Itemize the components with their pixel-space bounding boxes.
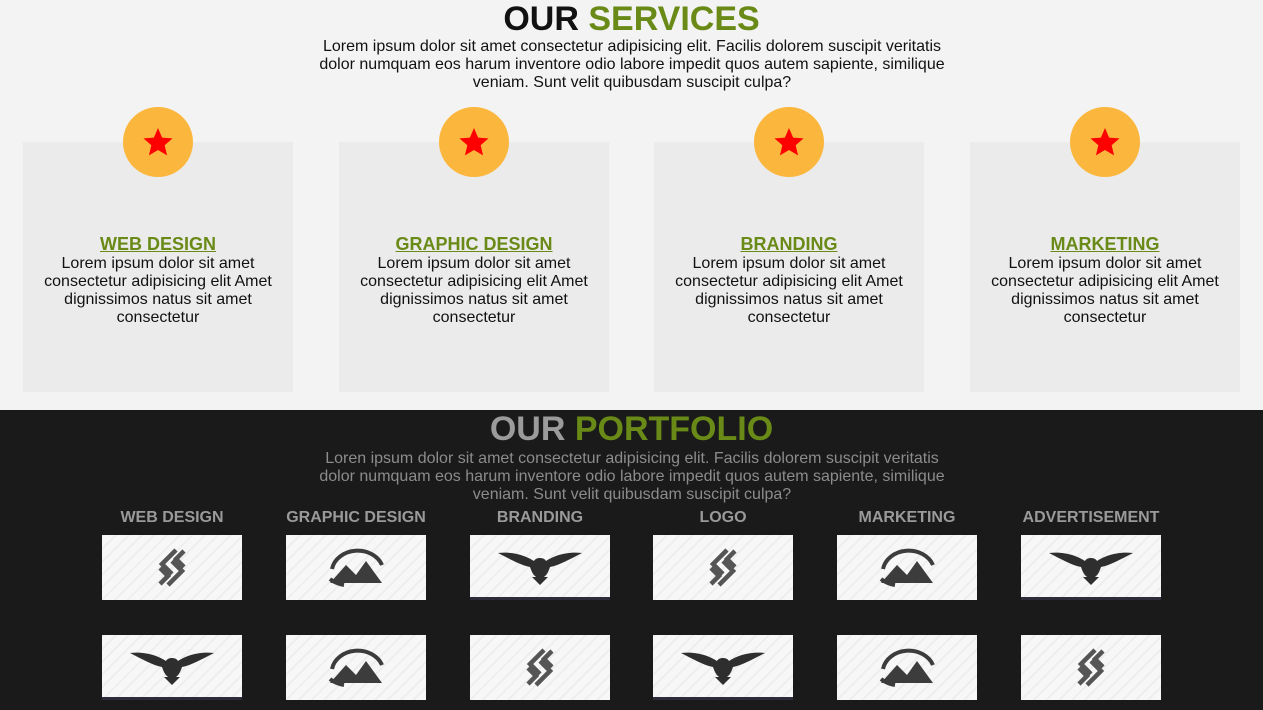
service-card: GRAPHIC DESIGN Lorem ipsum dolor sit amet… (339, 142, 609, 392)
service-card-title[interactable]: WEB DESIGN (23, 234, 293, 254)
service-card-title[interactable]: MARKETING (970, 234, 1240, 254)
thumbnail-footer-strip (1021, 597, 1161, 600)
services-intro: Lorem ipsum dolor sit amet consectetur a… (319, 38, 945, 91)
portfolio-filter-graphic-design[interactable]: GRAPHIC DESIGN (286, 509, 426, 527)
service-card-title[interactable]: GRAPHIC DESIGN (339, 234, 609, 254)
services-title-accent: SERVICES (588, 0, 760, 38)
portfolio-thumbnail[interactable] (1021, 535, 1161, 600)
portfolio-thumbnail[interactable] (653, 635, 793, 700)
portfolio-filter-web-design[interactable]: WEB DESIGN (102, 509, 242, 527)
portfolio-filter-logo[interactable]: LOGO (653, 509, 793, 527)
portfolio-thumbnail[interactable] (470, 535, 610, 600)
portfolio-thumbnail[interactable] (837, 535, 977, 600)
portfolio-thumbnail[interactable] (286, 635, 426, 700)
portfolio-thumbnail[interactable] (837, 635, 977, 700)
portfolio-section: OUR PORTFOLIO Loren ipsum dolor sit amet… (0, 410, 1263, 710)
thumbnail-footer-strip (102, 697, 242, 700)
thumbnail-footer-strip (470, 597, 610, 600)
service-card-text: Lorem ipsum dolor sit amet consectetur a… (991, 255, 1219, 326)
eagle-logo-icon (498, 552, 582, 585)
s-logo-icon (526, 648, 554, 687)
s-logo-icon (709, 548, 737, 587)
portfolio-thumbnail[interactable] (102, 535, 242, 600)
mountain-logo-icon (328, 648, 384, 687)
star-icon (143, 128, 173, 156)
eagle-logo-icon (1049, 552, 1133, 585)
s-logo-icon (158, 548, 186, 587)
services-section: OUR SERVICES Lorem ipsum dolor sit amet … (0, 0, 1263, 410)
services-title: OUR SERVICES (0, 0, 1263, 38)
service-card-text: Lorem ipsum dolor sit amet consectetur a… (360, 255, 588, 326)
portfolio-filter-branding[interactable]: BRANDING (470, 509, 610, 527)
portfolio-thumbnail[interactable] (1021, 635, 1161, 700)
mountain-logo-icon (879, 548, 935, 587)
service-card: MARKETING Lorem ipsum dolor sit amet cons… (970, 142, 1240, 392)
portfolio-thumbnail[interactable] (470, 635, 610, 700)
service-card-title[interactable]: BRANDING (654, 234, 924, 254)
service-badge (754, 107, 824, 177)
service-badge (1070, 107, 1140, 177)
portfolio-thumbnail[interactable] (286, 535, 426, 600)
star-icon (1090, 128, 1120, 156)
portfolio-title-main: OUR (489, 410, 566, 448)
portfolio-title-accent: PORTFOLIO (574, 410, 774, 448)
portfolio-intro: Loren ipsum dolor sit amet consectetur a… (319, 450, 945, 503)
service-card: WEB DESIGN Lorem ipsum dolor sit amet con… (23, 142, 293, 392)
eagle-logo-icon (681, 652, 765, 685)
service-card-text: Lorem ipsum dolor sit amet consectetur a… (44, 255, 272, 326)
mountain-logo-icon (879, 648, 935, 687)
portfolio-thumbnail[interactable] (102, 635, 242, 700)
eagle-logo-icon (130, 652, 214, 685)
s-logo-icon (1077, 648, 1105, 687)
portfolio-thumbnail[interactable] (653, 535, 793, 600)
service-card-text: Lorem ipsum dolor sit amet consectetur a… (675, 255, 903, 326)
portfolio-title: OUR PORTFOLIO (0, 410, 1263, 448)
star-icon (459, 128, 489, 156)
service-card: BRANDING Lorem ipsum dolor sit amet conse… (654, 142, 924, 392)
mountain-logo-icon (328, 548, 384, 587)
star-icon (774, 128, 804, 156)
portfolio-filter-marketing[interactable]: MARKETING (837, 509, 977, 527)
thumbnail-footer-strip (653, 697, 793, 700)
portfolio-filter-advertisement[interactable]: ADVERTISEMENT (1021, 509, 1161, 527)
service-badge (123, 107, 193, 177)
service-badge (439, 107, 509, 177)
services-title-main: OUR (503, 0, 579, 38)
